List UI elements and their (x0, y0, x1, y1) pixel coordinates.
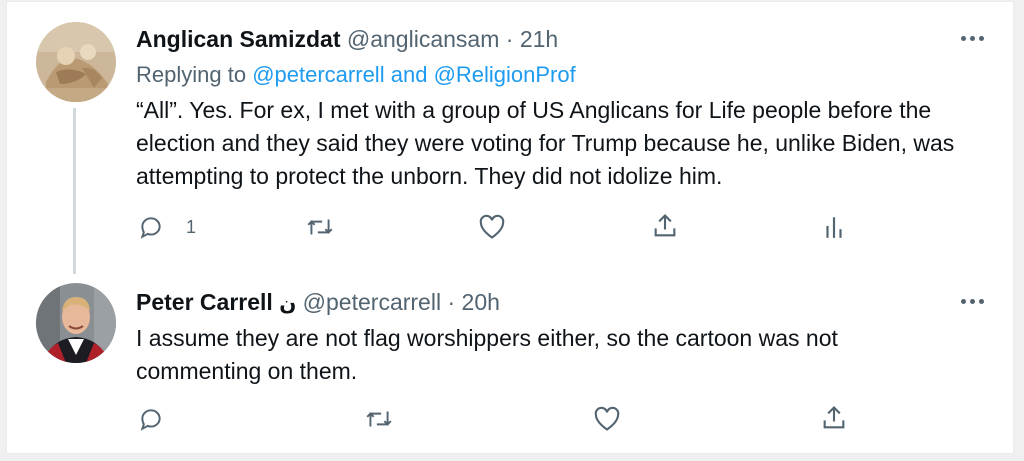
share-icon (654, 214, 676, 237)
retweet-icon (307, 219, 333, 235)
display-name[interactable]: Anglican Samizdat (136, 26, 340, 52)
analytics-button[interactable] (822, 214, 846, 240)
retweet-button[interactable] (305, 214, 335, 240)
display-name[interactable]: Peter Carrell (136, 289, 273, 315)
like-button[interactable] (478, 214, 506, 240)
reply-count: 1 (186, 216, 197, 237)
share-button[interactable] (651, 212, 679, 240)
heart-icon (479, 214, 505, 239)
tweet-thread-card: Anglican Samizdat @anglicansam · 21h Rep… (6, 1, 1014, 454)
share-icon (823, 406, 845, 429)
analytics-icon (826, 217, 842, 238)
more-icon[interactable] (957, 28, 987, 48)
share-button[interactable] (820, 404, 848, 432)
reply-button[interactable]: 1 (138, 214, 196, 240)
mention-link-religionprof[interactable]: @ReligionProf (434, 62, 576, 87)
reply-button[interactable] (138, 406, 164, 432)
more-icon[interactable] (957, 291, 987, 311)
user-handle[interactable]: @anglicansam (347, 26, 499, 52)
timestamp[interactable]: 20h (462, 289, 500, 315)
replying-and: and (390, 62, 428, 87)
timestamp[interactable]: 21h (520, 26, 558, 52)
tweet-1-text: “All”. Yes. For ex, I met with a group o… (136, 97, 955, 189)
tweet-2-text: I assume they are not flag worshippers e… (136, 325, 838, 384)
tweet-1-header: Anglican Samizdat @anglicansam · 21h (136, 26, 558, 53)
replying-to-line: Replying to @petercarrell and @ReligionP… (136, 62, 576, 88)
retweet-button[interactable] (364, 406, 394, 432)
mention-link-petercarrell[interactable]: @petercarrell (252, 62, 384, 87)
tweet-2-header: Peter Carrell ن @petercarrell · 20h (136, 289, 500, 316)
reply-icon (140, 409, 161, 431)
separator-dot: · (447, 289, 456, 315)
like-button[interactable] (593, 406, 621, 432)
name-suffix-glyph: ن (279, 291, 297, 315)
user-handle[interactable]: @petercarrell (303, 289, 441, 315)
retweet-icon (366, 411, 392, 427)
reply-icon (140, 217, 161, 239)
avatar-peter-carrell[interactable] (36, 283, 116, 363)
separator-dot: · (505, 26, 514, 52)
thread-connector-line (73, 108, 76, 274)
avatar-anglican-samizdat[interactable] (36, 22, 116, 102)
replying-prefix: Replying to (136, 62, 247, 87)
heart-icon (594, 406, 620, 431)
